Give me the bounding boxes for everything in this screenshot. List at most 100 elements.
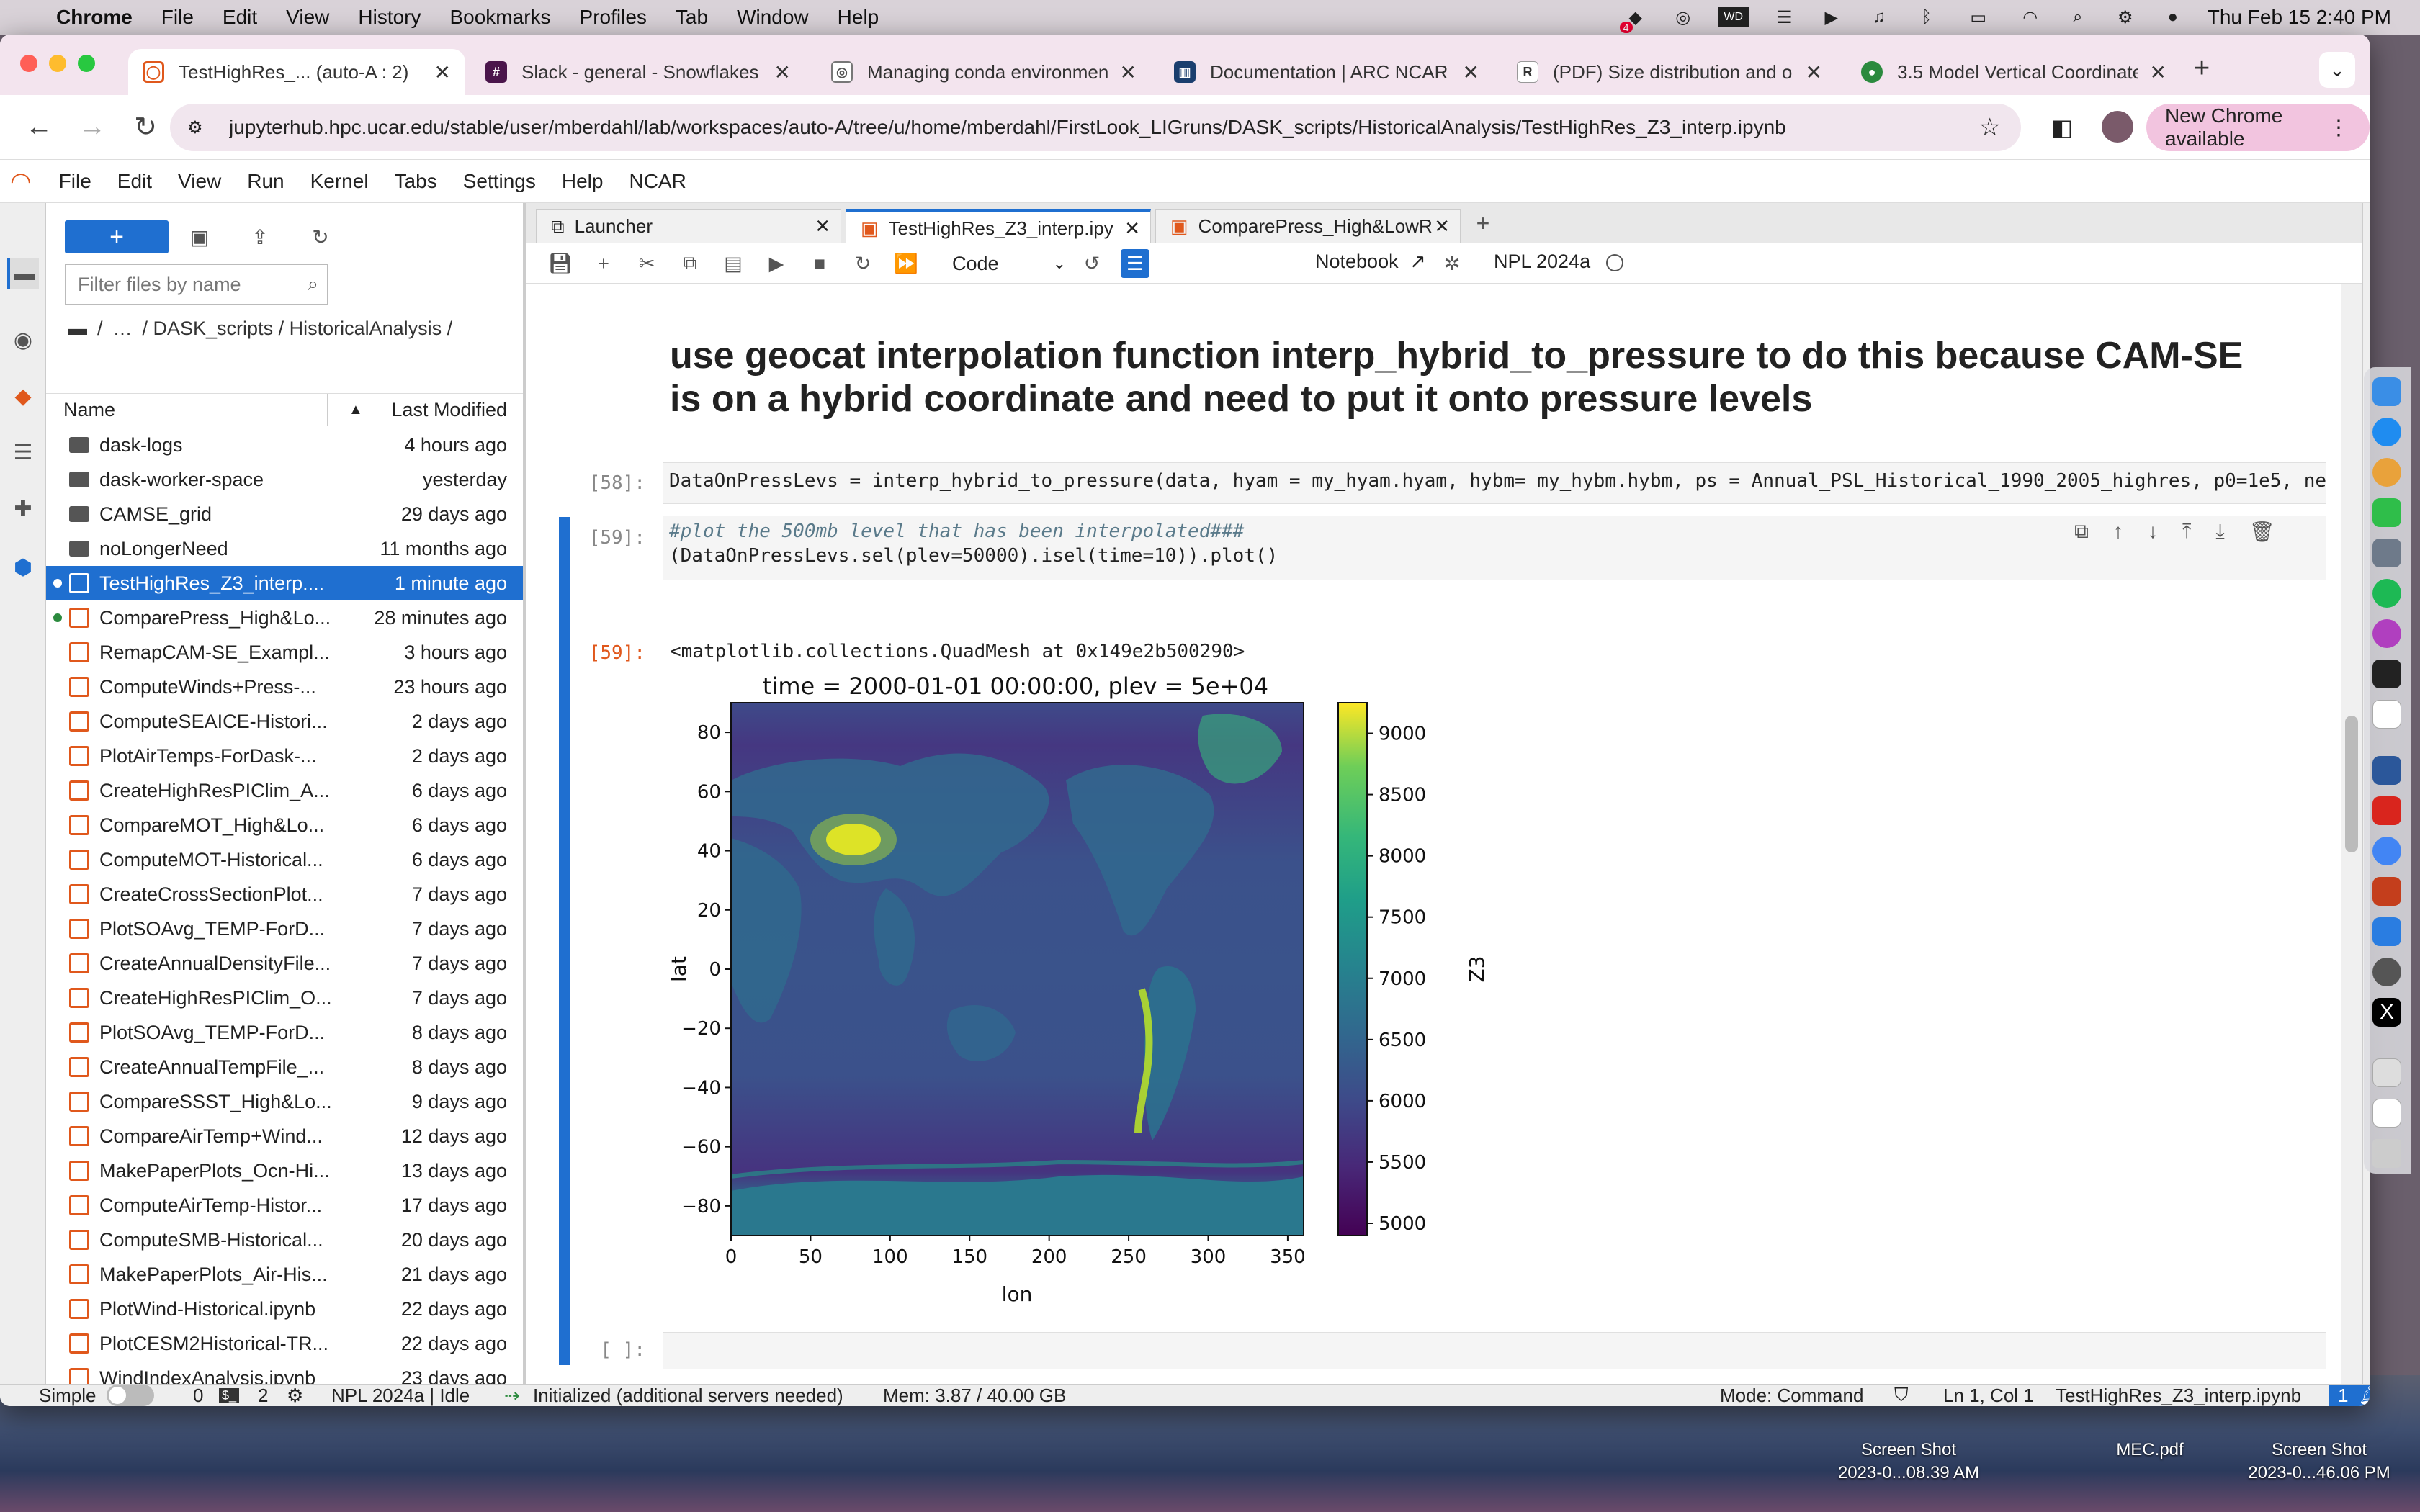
chrome-tab-model-vertical[interactable]: ● 3.5 Model Vertical Coordinate ✕: [1847, 49, 2181, 95]
copy-icon[interactable]: ⧉: [676, 249, 704, 278]
scrollbar-thumb[interactable]: [2345, 716, 2358, 852]
notebook-row[interactable]: MakePaperPlots_Ocn-Hi... 13 days ago: [46, 1153, 523, 1188]
new-folder-icon[interactable]: ▣: [183, 220, 216, 253]
menubar-window[interactable]: Window: [737, 6, 809, 29]
zoom-window-button[interactable]: [78, 55, 95, 72]
browser-icon[interactable]: [2372, 958, 2401, 986]
control-center-icon[interactable]: ⚙: [2112, 7, 2138, 27]
notebook-scrollbar[interactable]: [2341, 284, 2362, 1384]
new-tab-button[interactable]: +: [2194, 53, 2210, 84]
back-icon[interactable]: ←: [24, 112, 53, 143]
move-up-icon[interactable]: ↑: [2113, 520, 2123, 544]
filter-files-input[interactable]: Filter files by name ⌕: [65, 264, 328, 305]
close-doc-tab-icon[interactable]: ✕: [1434, 215, 1450, 238]
column-divider[interactable]: [327, 394, 328, 426]
close-tab-icon[interactable]: ✕: [2150, 60, 2166, 84]
doc-tab-comparepress[interactable]: ▣ ComparePress_High&LowR ✕: [1155, 209, 1461, 243]
upload-icon[interactable]: ⇪: [243, 220, 277, 253]
notebook-row[interactable]: PlotCESM2Historical-TR... 22 days ago: [46, 1326, 523, 1361]
folder-row[interactable]: noLongerNeed 11 months ago: [46, 531, 523, 566]
notebook-row[interactable]: ComputeSEAICE-Histori... 2 days ago: [46, 704, 523, 739]
address-bar[interactable]: ⚙ jupyterhub.hpc.ucar.edu/stable/user/mb…: [170, 104, 2021, 151]
close-tab-icon[interactable]: ✕: [774, 60, 791, 84]
notebook-row[interactable]: TestHighRes_Z3_interp.... 1 minute ago: [46, 566, 523, 600]
preview-icon[interactable]: [2372, 539, 2401, 567]
chrome-tab-slack[interactable]: # Slack - general - Snowflakes ✕: [471, 49, 805, 95]
git-diff-icon[interactable]: ↺: [1077, 249, 1106, 278]
save-icon[interactable]: 💾︎: [546, 249, 575, 278]
side-panel-icon[interactable]: ◧: [2051, 114, 2073, 141]
lsp-status[interactable]: Initialized (additional servers needed): [533, 1385, 843, 1407]
jmenu-run[interactable]: Run: [247, 170, 284, 193]
column-modified-header[interactable]: Last Modified: [391, 399, 507, 421]
jupyter-logo-icon[interactable]: ◠: [10, 167, 32, 196]
finder-icon[interactable]: [2372, 377, 2401, 406]
refresh-icon[interactable]: ↻: [304, 220, 337, 253]
chrome-app-icon[interactable]: [2372, 837, 2401, 865]
menubar-file[interactable]: File: [161, 6, 194, 29]
acrobat-icon[interactable]: [2372, 796, 2401, 825]
breadcrumb-path[interactable]: / DASK_scripts / HistoricalAnalysis /: [143, 318, 453, 340]
running-sessions-icon[interactable]: ◉: [7, 324, 39, 356]
output-collapser[interactable]: [559, 600, 570, 1365]
close-doc-tab-icon[interactable]: ✕: [815, 215, 830, 238]
trusted-shield-icon[interactable]: ⛉: [1894, 1384, 1909, 1406]
breadcrumb-ellipsis[interactable]: …: [113, 318, 133, 340]
kernels-count[interactable]: 2: [258, 1385, 268, 1407]
run-icon[interactable]: ▶: [762, 249, 791, 278]
sync-icon[interactable]: ◎: [1670, 7, 1696, 27]
activity-monitor-icon[interactable]: [2372, 700, 2401, 729]
facetime-icon[interactable]: [2372, 498, 2401, 527]
more-menu-icon[interactable]: ⋮: [2328, 115, 2349, 140]
simple-mode-toggle[interactable]: [107, 1385, 154, 1406]
new-chrome-available-button[interactable]: New Chrome available ⋮: [2146, 104, 2370, 151]
doc-tab-testhighres[interactable]: ▣ TestHighRes_Z3_interp.ipy ✕: [846, 209, 1151, 245]
drive-icon[interactable]: ☰: [1771, 7, 1797, 27]
notebook-row[interactable]: CreateHighResPIClim_A... 6 days ago: [46, 773, 523, 808]
git-icon[interactable]: ◆: [7, 380, 39, 412]
headphones-icon[interactable]: ♫: [1866, 7, 1892, 27]
notebook-row[interactable]: ComputeMOT-Historical... 6 days ago: [46, 842, 523, 877]
doc-tab-launcher[interactable]: ⧉ Launcher ✕: [536, 209, 841, 243]
minimize-window-button[interactable]: [49, 55, 66, 72]
flower-app-icon[interactable]: [2372, 619, 2401, 648]
wd-icon[interactable]: WD: [1717, 7, 1749, 27]
downloads-stack-icon[interactable]: [2372, 1099, 2401, 1128]
add-tab-button[interactable]: +: [1466, 210, 1500, 243]
notebook-row[interactable]: CompareMOT_High&Lo... 6 days ago: [46, 808, 523, 842]
menubar-help[interactable]: Help: [838, 6, 879, 29]
column-name-header[interactable]: Name: [63, 399, 344, 421]
notebook-row[interactable]: PlotAirTemps-ForDask-... 2 days ago: [46, 739, 523, 773]
extension-manager-icon[interactable]: ✚: [7, 492, 39, 524]
menubar-tab[interactable]: Tab: [676, 6, 708, 29]
documents-stack-icon[interactable]: [2372, 1058, 2401, 1087]
stop-icon[interactable]: ■: [805, 249, 834, 278]
jmenu-ncar[interactable]: NCAR: [629, 170, 686, 193]
folder-row[interactable]: dask-logs 4 hours ago: [46, 428, 523, 462]
close-tab-icon[interactable]: ✕: [1463, 60, 1479, 84]
powerpoint-icon[interactable]: [2372, 877, 2401, 906]
menubar-bookmarks[interactable]: Bookmarks: [449, 6, 550, 29]
desktop-file-screenshot-1[interactable]: Screen Shot 2023-0...08.39 AM: [1801, 1439, 2017, 1485]
restart-run-all-icon[interactable]: ⏩: [892, 249, 920, 278]
forward-icon[interactable]: →: [78, 112, 107, 143]
empty-cell-editor[interactable]: [663, 1332, 2326, 1369]
jmenu-kernel[interactable]: Kernel: [310, 170, 369, 193]
restart-icon[interactable]: ↻: [848, 249, 877, 278]
insert-above-icon[interactable]: ⤒: [2182, 520, 2191, 544]
new-launcher-button[interactable]: +: [65, 220, 169, 253]
notebook-row[interactable]: ComputeSMB-Historical... 20 days ago: [46, 1223, 523, 1257]
close-tab-icon[interactable]: ✕: [1120, 60, 1137, 84]
notebook-row[interactable]: CreateHighResPIClim_O... 7 days ago: [46, 981, 523, 1015]
toc-toggle-icon[interactable]: ☰: [1121, 249, 1150, 278]
notebook-row[interactable]: CreateAnnualTempFile_... 8 days ago: [46, 1050, 523, 1084]
menubar-edit[interactable]: Edit: [223, 6, 257, 29]
bookmark-star-icon[interactable]: ☆: [1979, 113, 2001, 142]
cell-type-select[interactable]: Code ⌄: [944, 249, 1066, 278]
jmenu-settings[interactable]: Settings: [463, 170, 536, 193]
notebook-row[interactable]: CreateAnnualDensityFile... 7 days ago: [46, 946, 523, 981]
insert-below-icon[interactable]: ⤓: [2215, 520, 2224, 544]
reload-icon[interactable]: ↻: [131, 111, 160, 143]
url-text[interactable]: jupyterhub.hpc.ucar.edu/stable/user/mber…: [229, 116, 1943, 139]
open-notebook-link[interactable]: Notebook ↗: [1315, 251, 1426, 273]
